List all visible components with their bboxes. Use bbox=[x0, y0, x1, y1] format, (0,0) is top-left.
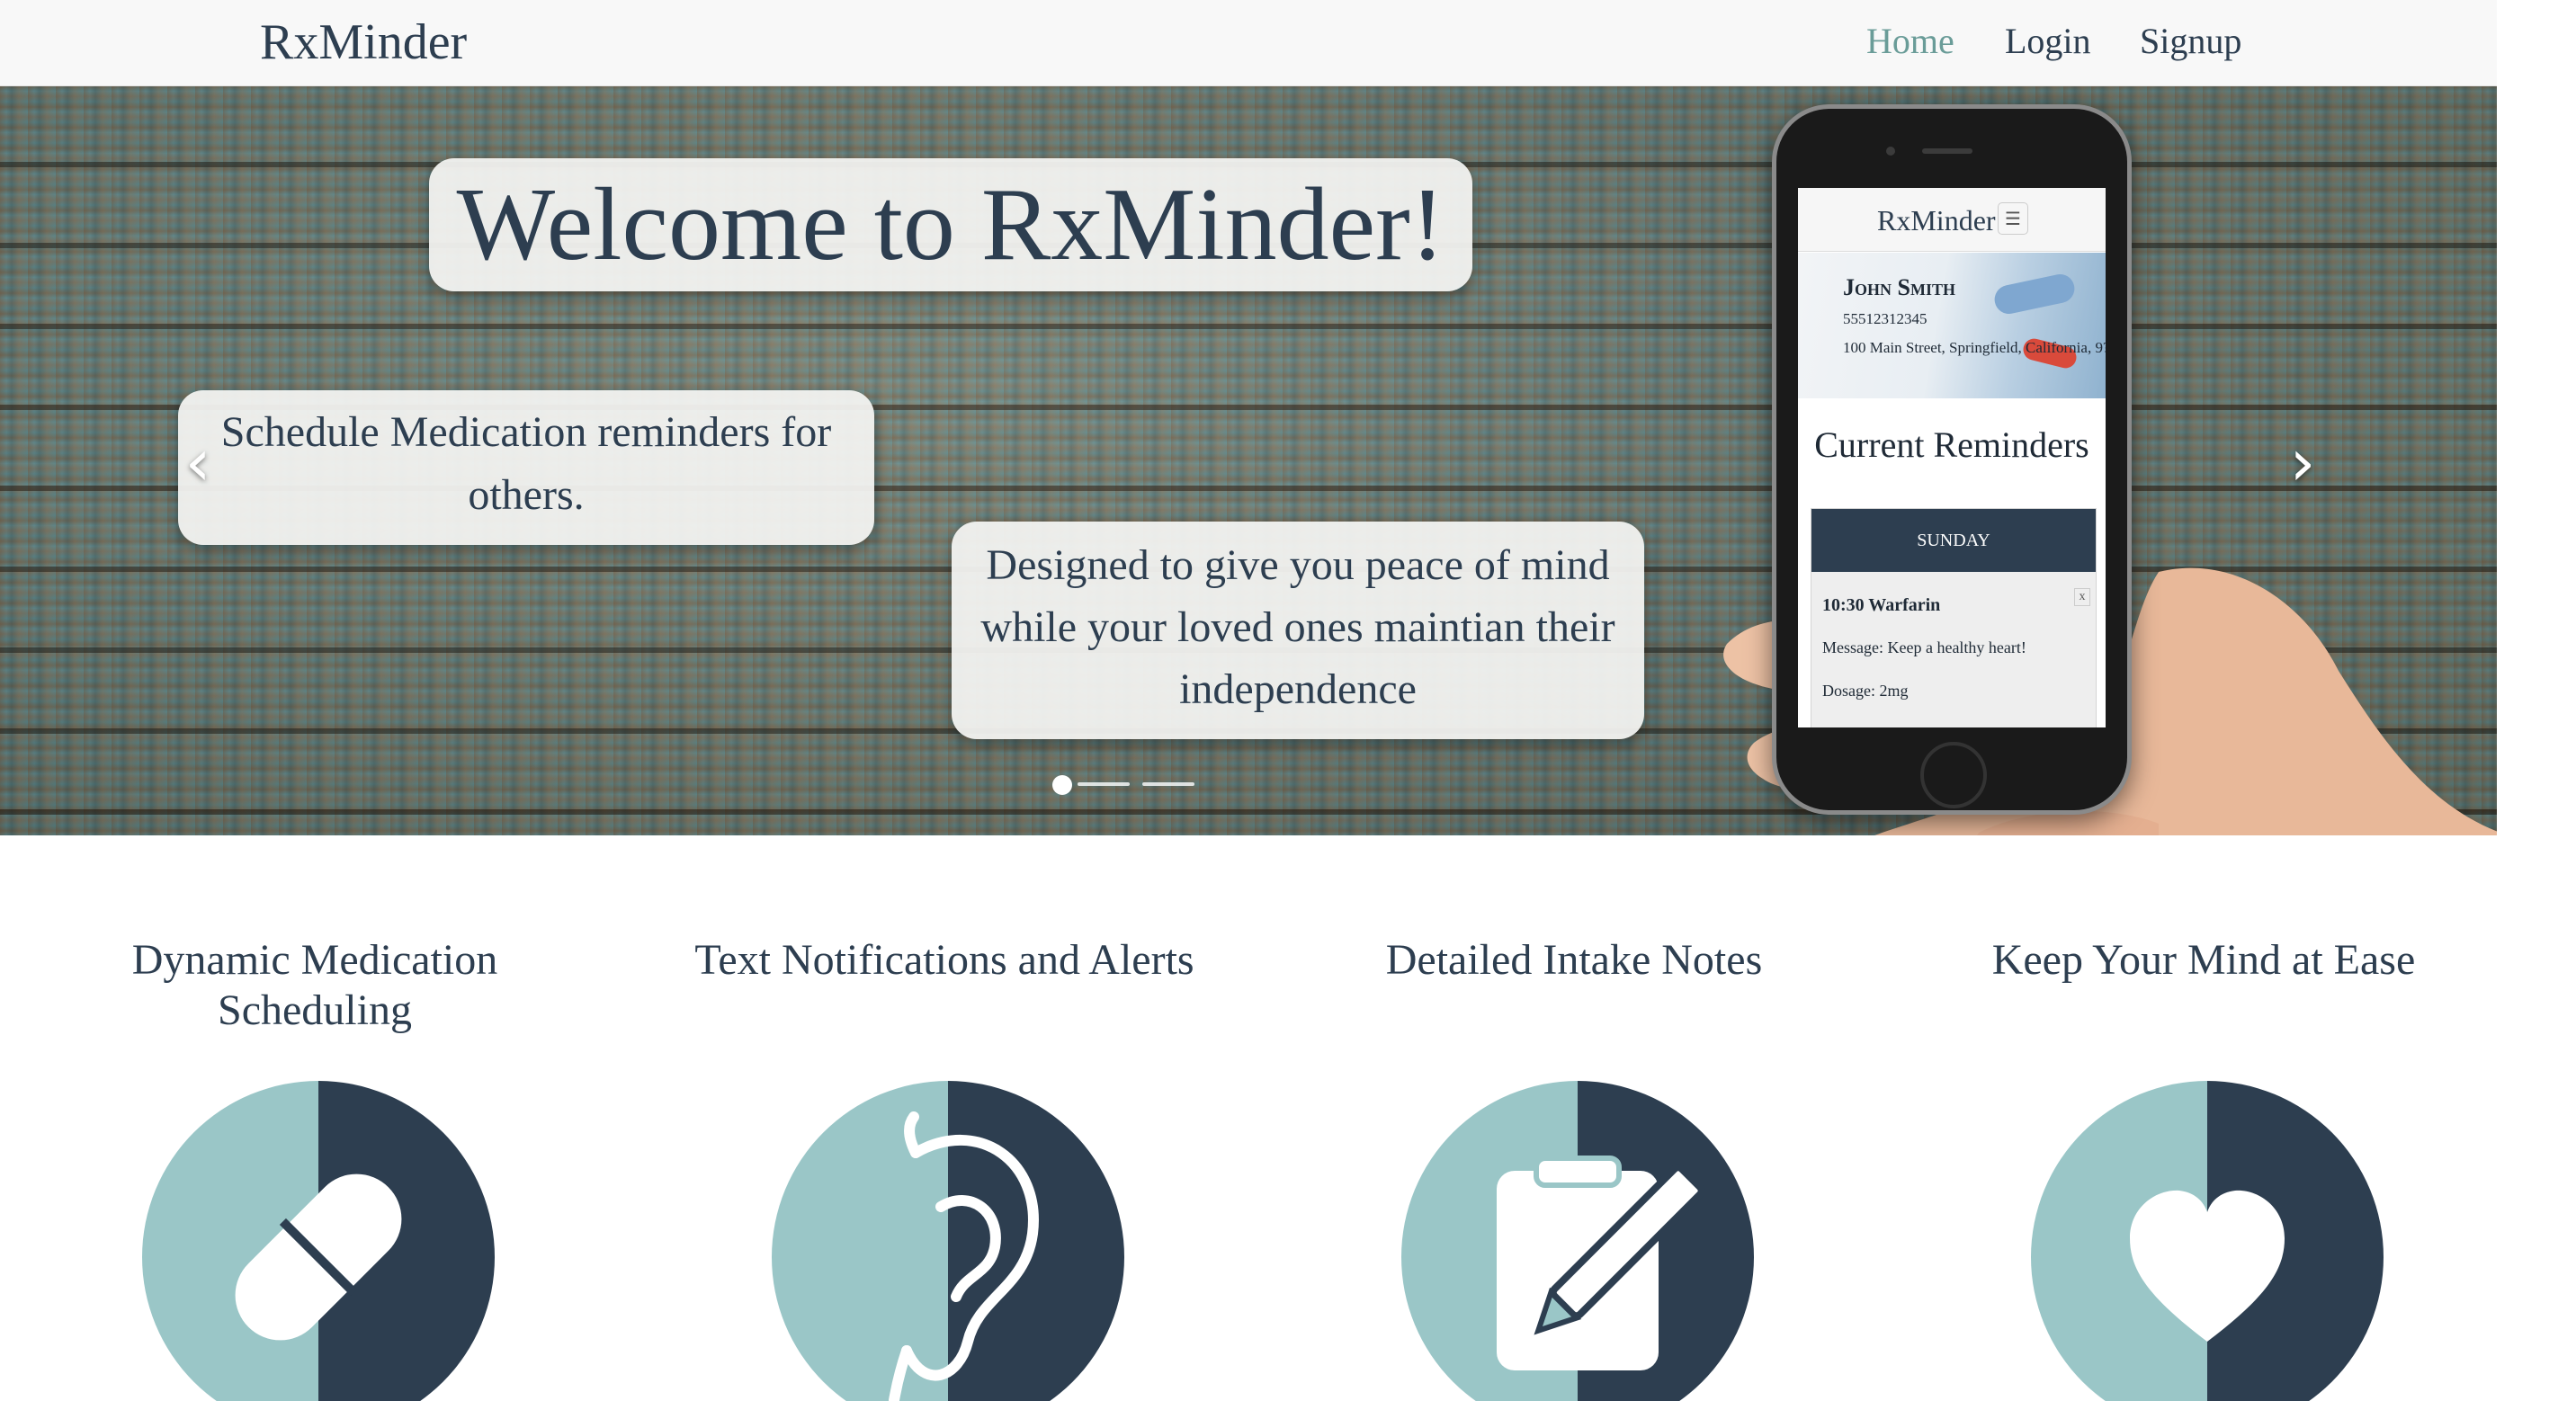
phone-navbar: RxMinder ☰ bbox=[1798, 188, 2106, 252]
feature-icon-circle bbox=[1401, 1081, 1754, 1401]
nav-login-link[interactable]: Login bbox=[2005, 16, 2091, 67]
phone-user-name: John Smith bbox=[1843, 274, 1955, 300]
feature-title: Text Notifications and Alerts bbox=[694, 936, 1194, 984]
feature-title: Detailed Intake Notes bbox=[1385, 936, 1763, 984]
page: RxMinder Home Login Signup Welcome to Rx… bbox=[0, 0, 2497, 1401]
phone-home-button bbox=[1920, 742, 1987, 808]
phone-brand: RxMinder bbox=[1877, 204, 1996, 236]
nav-signup-link[interactable]: Signup bbox=[2140, 16, 2241, 67]
pill-graphic bbox=[1991, 271, 2078, 317]
phone-reminder-dosage: Dosage: 2mg bbox=[1822, 682, 1909, 700]
feature-title: Dynamic Medication Scheduling bbox=[131, 936, 498, 1034]
feature-icon-circle bbox=[142, 1081, 495, 1401]
phone-user-phone: 55512312345 bbox=[1843, 310, 1928, 327]
hero-caption-left: Schedule Medication reminders for others… bbox=[178, 390, 874, 545]
phone-section-title: Current Reminders bbox=[1814, 424, 2089, 465]
navbar: RxMinder Home Login Signup bbox=[0, 0, 2497, 86]
phone-day-header: SUNDAY bbox=[1811, 509, 2096, 572]
phone-profile-banner: John Smith 55512312345 100 Main Street, … bbox=[1798, 253, 2106, 398]
brand-logo[interactable]: RxMinder bbox=[260, 11, 467, 74]
carousel-next-button[interactable]: › bbox=[2276, 426, 2330, 498]
carousel-indicator-3[interactable] bbox=[1142, 782, 1194, 786]
carousel-indicator-1[interactable] bbox=[1052, 775, 1072, 795]
phone-screen: RxMinder ☰ John Smith 55512312345 100 Ma… bbox=[1798, 188, 2106, 727]
heart-icon bbox=[2130, 1190, 2285, 1342]
window-gutter bbox=[2497, 0, 2576, 1401]
feature-icon-circle bbox=[772, 1081, 1124, 1401]
feature-title: Keep Your Mind at Ease bbox=[1991, 936, 2416, 984]
chevron-left-icon: ‹ bbox=[184, 424, 211, 500]
close-icon: x bbox=[2074, 588, 2090, 606]
phone-user-address: 100 Main Street, Springfield, California… bbox=[1843, 339, 2106, 356]
ear-icon bbox=[889, 1111, 1039, 1401]
phone-speaker bbox=[1922, 148, 1972, 154]
phone-reminder-time: 10:30 Warfarin bbox=[1822, 595, 1941, 615]
hamburger-icon: ☰ bbox=[1998, 202, 2028, 235]
clipboard-pencil-icon bbox=[1497, 1156, 1705, 1370]
carousel-prev-button[interactable]: ‹ bbox=[171, 426, 225, 498]
hero-carousel: Welcome to RxMinder! Schedule Medication… bbox=[0, 86, 2497, 835]
hero-caption-right: Designed to give you peace of mind while… bbox=[952, 522, 1644, 739]
carousel-indicator-2[interactable] bbox=[1078, 782, 1130, 786]
hero-title: Welcome to RxMinder! bbox=[429, 158, 1472, 291]
phone-reminder-card: SUNDAY x 10:30 Warfarin Message: Keep a … bbox=[1811, 508, 2097, 727]
chevron-right-icon: › bbox=[2289, 424, 2316, 500]
phone-camera bbox=[1886, 147, 1895, 156]
phone-mockup: RxMinder ☰ John Smith 55512312345 100 Ma… bbox=[1772, 104, 2132, 815]
phone-reminder-message: Message: Keep a healthy heart! bbox=[1822, 638, 2026, 656]
nav-home-link[interactable]: Home bbox=[1866, 16, 1954, 67]
pill-icon bbox=[235, 1173, 402, 1341]
feature-icon-circle bbox=[2031, 1081, 2384, 1401]
